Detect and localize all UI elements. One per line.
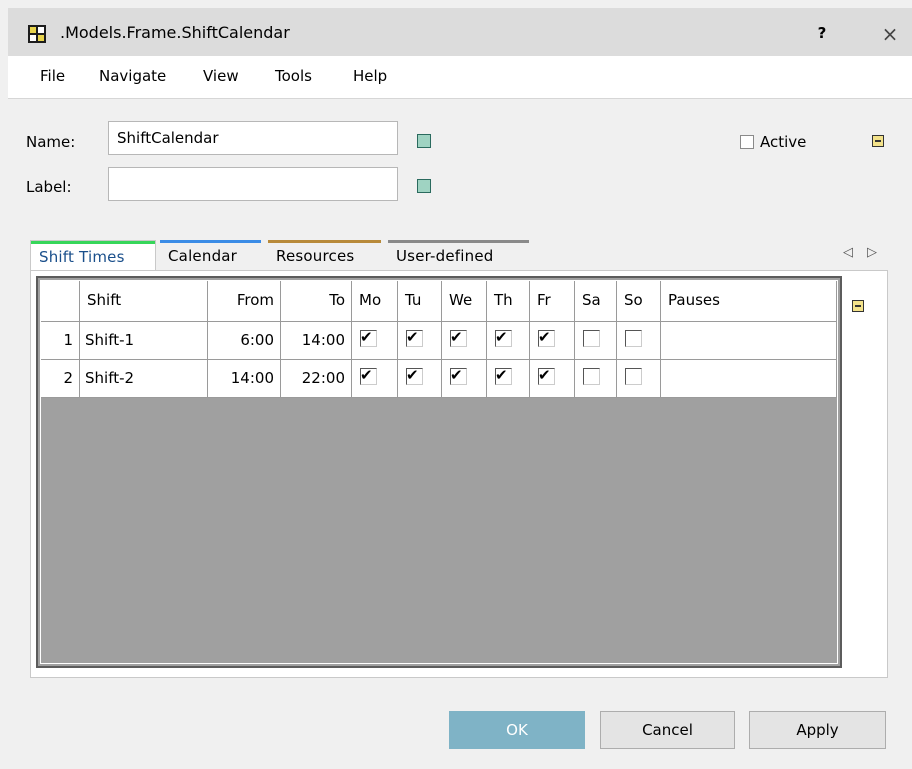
checkbox-sa[interactable]	[583, 368, 600, 385]
cell-th: ✔	[487, 322, 530, 360]
menu-tools[interactable]: Tools	[275, 67, 312, 85]
name-inherit-icon[interactable]	[417, 134, 431, 148]
close-button[interactable]: ×	[880, 22, 900, 46]
cell-from[interactable]: 6:00	[208, 322, 281, 360]
row-number[interactable]: 1	[41, 322, 80, 360]
checkbox-so[interactable]	[625, 368, 642, 385]
column-header[interactable]: Fr	[530, 281, 575, 322]
column-header[interactable]: Mo	[352, 281, 398, 322]
menu-navigate[interactable]: Navigate	[99, 67, 166, 85]
checkbox-tu[interactable]: ✔	[406, 328, 423, 347]
menu-bar: File Navigate View Tools Help	[8, 56, 912, 99]
tab-color-bar	[268, 240, 381, 243]
cell-fr: ✔	[530, 360, 575, 398]
tab-color-bar	[388, 240, 529, 243]
tab-user-defined[interactable]: User-defined	[388, 240, 529, 270]
cell-fr: ✔	[530, 322, 575, 360]
column-header[interactable]: To	[281, 281, 352, 322]
ok-button[interactable]: OK	[449, 711, 585, 749]
checkbox-mo[interactable]: ✔	[360, 328, 377, 347]
tab-label: Calendar	[168, 247, 238, 265]
table-collapse-icon[interactable]	[852, 300, 864, 312]
tab-calendar[interactable]: Calendar	[160, 240, 261, 270]
checkbox-fr[interactable]: ✔	[538, 366, 555, 385]
name-label: Name:	[26, 133, 76, 151]
tab-label: Resources	[276, 247, 355, 265]
menu-view[interactable]: View	[203, 67, 239, 85]
tab-label: Shift Times	[39, 248, 125, 266]
shift-table: Shift From To Mo Tu We Th Fr Sa So Pause…	[36, 276, 842, 668]
checkbox-tu[interactable]: ✔	[406, 366, 423, 385]
cell-so	[617, 360, 661, 398]
label-inherit-icon[interactable]	[417, 179, 431, 193]
column-header[interactable]: So	[617, 281, 661, 322]
cell-tu: ✔	[398, 360, 442, 398]
cell-sa	[575, 360, 617, 398]
tab-resources[interactable]: Resources	[268, 240, 381, 270]
cell-pauses[interactable]	[661, 360, 837, 398]
tab-label: User-defined	[396, 247, 494, 265]
cell-to[interactable]: 22:00	[281, 360, 352, 398]
checkbox-we[interactable]: ✔	[450, 328, 467, 347]
checkbox-th[interactable]: ✔	[495, 328, 512, 347]
cell-we: ✔	[442, 322, 487, 360]
active-checkbox[interactable]	[740, 135, 754, 149]
tab-color-bar	[31, 241, 155, 244]
cell-tu: ✔	[398, 322, 442, 360]
row-number[interactable]: 2	[41, 360, 80, 398]
name-input[interactable]: ShiftCalendar	[108, 121, 398, 155]
cell-shift[interactable]: Shift-1	[80, 322, 208, 360]
cell-pauses[interactable]	[661, 322, 837, 360]
column-header[interactable]: From	[208, 281, 281, 322]
window-title: .Models.Frame.ShiftCalendar	[60, 23, 290, 42]
cell-from[interactable]: 14:00	[208, 360, 281, 398]
cell-shift[interactable]: Shift-2	[80, 360, 208, 398]
checkbox-sa[interactable]	[583, 330, 600, 347]
tab-scroll-left-icon[interactable]: ◁	[843, 245, 853, 260]
column-header[interactable]: Th	[487, 281, 530, 322]
tab-shift-times[interactable]: Shift Times	[30, 240, 156, 271]
checkbox-we[interactable]: ✔	[450, 366, 467, 385]
checkbox-so[interactable]	[625, 330, 642, 347]
label-label: Label:	[26, 178, 72, 196]
column-header[interactable]: Pauses	[661, 281, 837, 322]
cell-we: ✔	[442, 360, 487, 398]
column-header[interactable]: Sa	[575, 281, 617, 322]
collapse-icon[interactable]	[872, 135, 884, 147]
menu-file[interactable]: File	[40, 67, 65, 85]
column-header[interactable]: Tu	[398, 281, 442, 322]
active-label: Active	[760, 133, 807, 151]
corner-header	[41, 281, 80, 322]
label-input[interactable]	[108, 167, 398, 201]
cell-sa	[575, 322, 617, 360]
app-icon	[28, 25, 46, 43]
apply-button[interactable]: Apply	[749, 711, 886, 749]
checkbox-fr[interactable]: ✔	[538, 328, 555, 347]
help-button[interactable]: ?	[812, 24, 832, 44]
checkbox-mo[interactable]: ✔	[360, 366, 377, 385]
cell-so	[617, 322, 661, 360]
column-header[interactable]: We	[442, 281, 487, 322]
menu-help[interactable]: Help	[353, 67, 387, 85]
tab-scroll-right-icon[interactable]: ▷	[867, 245, 877, 260]
cell-th: ✔	[487, 360, 530, 398]
tab-color-bar	[160, 240, 261, 243]
cell-to[interactable]: 14:00	[281, 322, 352, 360]
checkbox-th[interactable]: ✔	[495, 366, 512, 385]
cell-mo: ✔	[352, 322, 398, 360]
cancel-button[interactable]: Cancel	[600, 711, 735, 749]
cell-mo: ✔	[352, 360, 398, 398]
column-header[interactable]: Shift	[80, 281, 208, 322]
